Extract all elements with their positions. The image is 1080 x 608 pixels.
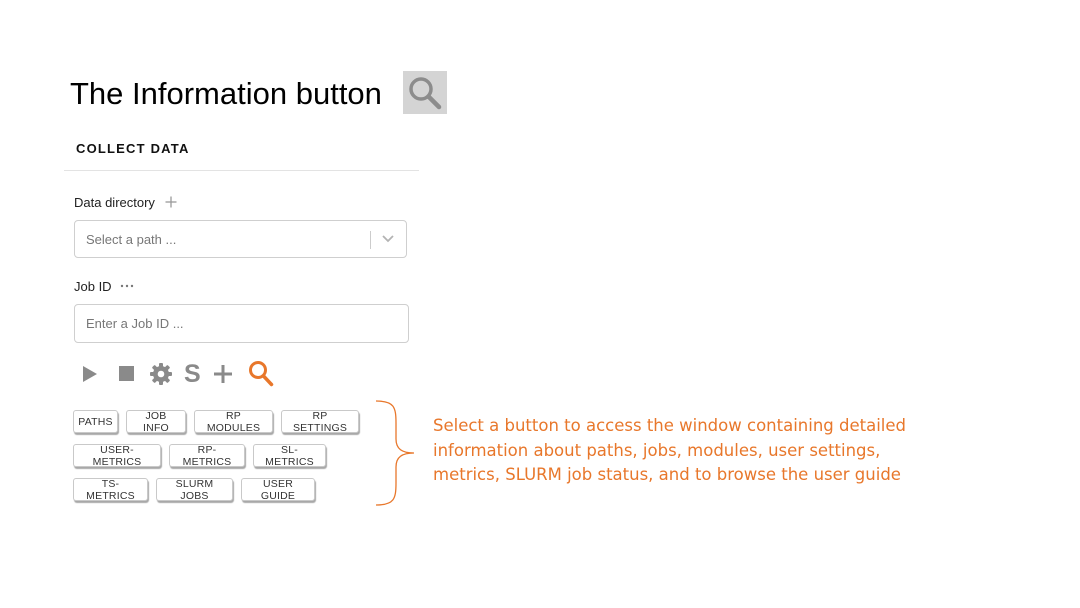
data-directory-label-row: Data directory: [74, 195, 177, 210]
data-directory-select[interactable]: Select a path ...: [74, 220, 407, 258]
select-separator: [370, 231, 371, 249]
user-metrics-button[interactable]: USER-METRICS: [73, 444, 161, 468]
slurm-jobs-button[interactable]: SLURM JOBS: [156, 478, 233, 502]
job-id-label-row: Job ID: [74, 279, 134, 294]
job-info-button[interactable]: JOB INFO: [126, 410, 186, 434]
gear-icon[interactable]: [150, 363, 172, 390]
annotation-text: Select a button to access the window con…: [433, 414, 953, 488]
search-icon[interactable]: [248, 360, 274, 392]
curly-brace: [374, 399, 418, 514]
rp-modules-button[interactable]: RP MODULES: [194, 410, 273, 434]
rp-metrics-button[interactable]: RP-METRICS: [169, 444, 245, 468]
annotation-line: information about paths, jobs, modules, …: [433, 440, 881, 460]
sl-metrics-button[interactable]: SL-METRICS: [253, 444, 326, 468]
plus-icon[interactable]: [213, 364, 233, 389]
chevron-down-icon[interactable]: [380, 232, 396, 251]
user-guide-button[interactable]: USER GUIDE: [241, 478, 315, 502]
annotation-line: Select a button to access the window con…: [433, 416, 906, 435]
slide-title: The Information button: [70, 76, 382, 111]
job-id-label: Job ID: [74, 279, 112, 294]
play-icon[interactable]: [82, 365, 98, 388]
ellipsis-icon[interactable]: [120, 277, 134, 291]
slurm-s-icon[interactable]: S: [184, 360, 201, 388]
magnifier-icon: [403, 71, 447, 114]
rp-settings-button[interactable]: RP SETTINGS: [281, 410, 359, 434]
section-title: COLLECT DATA: [76, 141, 190, 156]
annotation-line: metrics, SLURM job status, and to browse…: [433, 465, 901, 484]
select-placeholder: Select a path ...: [86, 232, 177, 247]
add-directory-plus-icon[interactable]: [165, 196, 177, 209]
job-id-input[interactable]: [74, 304, 409, 343]
ts-metrics-button[interactable]: TS-METRICS: [73, 478, 148, 502]
paths-button[interactable]: PATHS: [73, 410, 118, 433]
divider: [64, 170, 419, 171]
stop-icon[interactable]: [119, 366, 135, 387]
data-directory-label: Data directory: [74, 195, 155, 210]
